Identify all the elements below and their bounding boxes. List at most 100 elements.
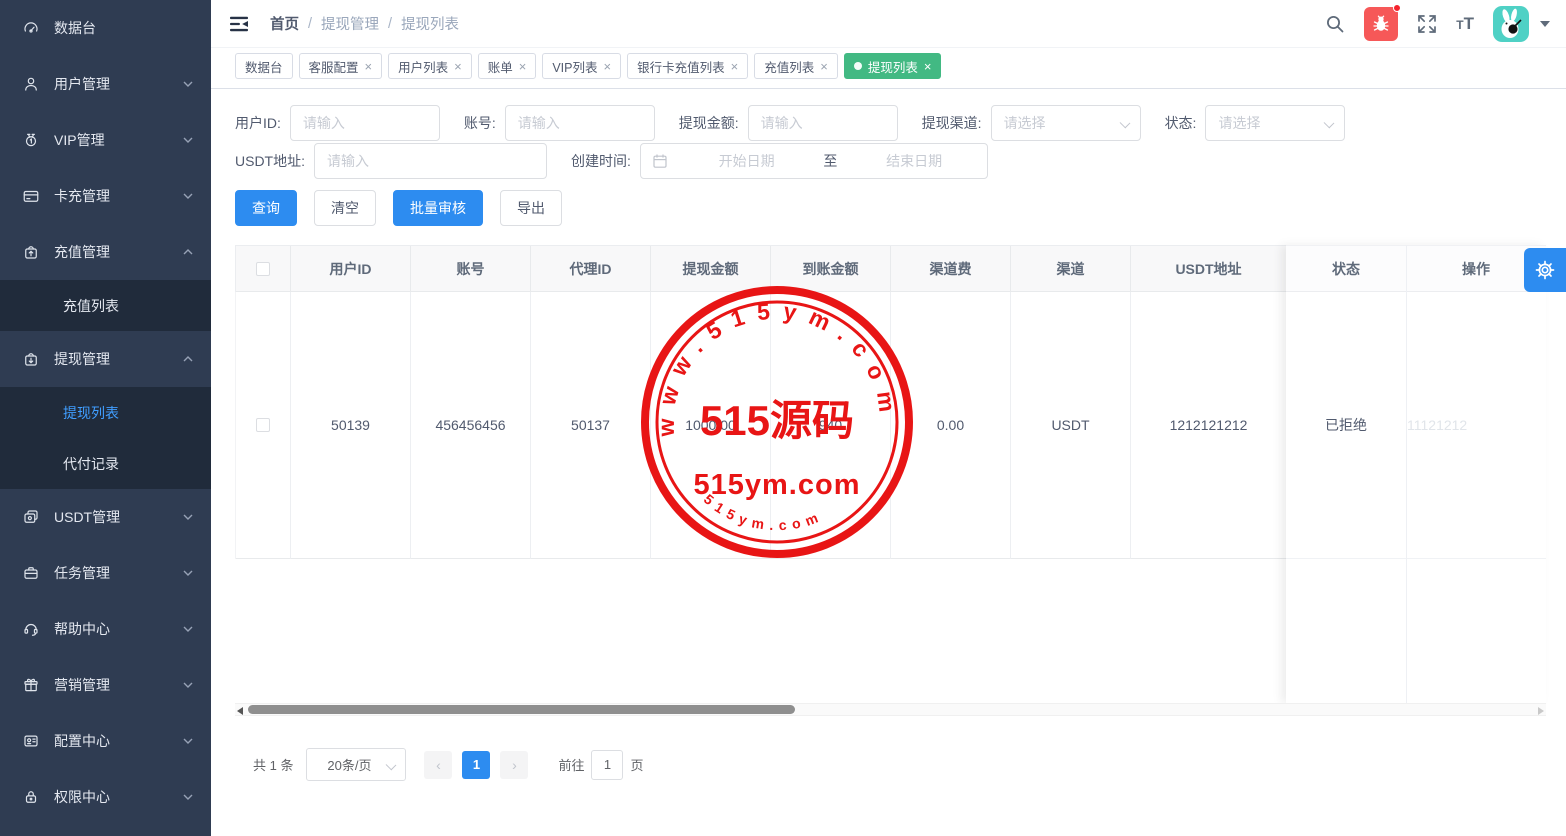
- start-date-placeholder[interactable]: 开始日期: [674, 151, 820, 171]
- status-select[interactable]: 请选择: [1205, 105, 1345, 141]
- cell-usdt: 1212121212: [1131, 292, 1287, 559]
- page-size-value: 20条/页: [327, 755, 371, 774]
- close-icon[interactable]: ×: [365, 60, 373, 73]
- cell-amount: 1000.00: [651, 292, 771, 559]
- column-settings-button[interactable]: [1524, 248, 1566, 292]
- sidebar-item-card-recharge[interactable]: 卡充管理: [0, 168, 211, 224]
- cell-arrival: 940: [771, 292, 891, 559]
- select-all-checkbox[interactable]: [256, 262, 270, 276]
- created-time-label: 创建时间:: [571, 151, 631, 171]
- config-icon: [22, 732, 40, 750]
- total-count: 共 1 条: [253, 755, 293, 774]
- chevron-down-icon: [183, 137, 193, 143]
- chevron-down-icon: [183, 738, 193, 744]
- sidebar-item-label: VIP管理: [54, 130, 105, 150]
- filter-row-2: USDT地址: 创建时间: 开始日期 至 结束日期: [235, 143, 1546, 179]
- page-size-select[interactable]: 20条/页: [306, 748, 406, 781]
- close-icon[interactable]: ×: [820, 60, 828, 73]
- tab-label: 用户列表: [398, 57, 448, 76]
- breadcrumb-home[interactable]: 首页: [270, 13, 299, 34]
- sidebar-subitem-payment-records[interactable]: 代付记录: [0, 438, 211, 489]
- tab-bills[interactable]: 账单×: [478, 53, 537, 79]
- next-page-button[interactable]: ›: [500, 751, 528, 779]
- clear-button[interactable]: 清空: [314, 190, 376, 226]
- user-id-input[interactable]: [290, 105, 440, 141]
- goto-page-input[interactable]: [591, 750, 623, 780]
- sidebar-item-dashboard[interactable]: 数据台: [0, 0, 211, 56]
- tab-bankcard-recharge-list[interactable]: 银行卡充值列表×: [627, 53, 748, 79]
- font-size-icon[interactable]: TT: [1456, 15, 1474, 33]
- page-number-button[interactable]: 1: [462, 751, 490, 779]
- avatar-dropdown-caret[interactable]: [1540, 21, 1550, 27]
- tab-user-list[interactable]: 用户列表 ×: [388, 53, 472, 79]
- avatar[interactable]: [1493, 6, 1529, 42]
- withdraw-amount-input[interactable]: [748, 105, 898, 141]
- close-icon[interactable]: ×: [454, 60, 462, 73]
- fixed-right-columns: 状态 操作 已拒绝 11121212: [1286, 245, 1546, 703]
- tab-vip-list[interactable]: VIP列表×: [542, 53, 621, 79]
- sidebar-item-usdt[interactable]: USDT管理: [0, 489, 211, 545]
- withdraw-channel-select[interactable]: 请选择: [991, 105, 1141, 141]
- sidebar-item-config[interactable]: 配置中心: [0, 713, 211, 769]
- scroll-right-arrow-icon[interactable]: [1538, 707, 1544, 715]
- column-header-channel: 渠道: [1011, 246, 1131, 292]
- row-checkbox[interactable]: [256, 418, 270, 432]
- date-range-picker[interactable]: 开始日期 至 结束日期: [640, 143, 988, 179]
- tag-view-bar: 数据台 客服配置× 用户列表 × 账单× VIP列表× 银行卡充值列表× 充值列表…: [211, 48, 1566, 89]
- chevron-down-icon: [183, 794, 193, 800]
- pagination: 共 1 条 20条/页 ‹ 1 › 前往 页: [235, 748, 1546, 781]
- close-icon[interactable]: ×: [604, 60, 612, 73]
- search-button[interactable]: 查询: [235, 190, 297, 226]
- usdt-address-label: USDT地址:: [235, 151, 305, 171]
- chevron-up-icon: [183, 356, 193, 362]
- sidebar-item-users[interactable]: 用户管理: [0, 56, 211, 112]
- usdt-address-input[interactable]: [314, 143, 547, 179]
- sidebar-item-label: 任务管理: [54, 563, 110, 583]
- menu-fold-icon[interactable]: [228, 15, 250, 33]
- sidebar-item-label: 权限中心: [54, 787, 110, 807]
- scrollbar-thumb[interactable]: [248, 705, 795, 714]
- batch-review-button[interactable]: 批量审核: [393, 190, 483, 226]
- sidebar-item-label: 卡充管理: [54, 186, 110, 206]
- recharge-submenu: 充值列表: [0, 280, 211, 331]
- close-icon[interactable]: ×: [519, 60, 527, 73]
- tab-dashboard[interactable]: 数据台: [235, 53, 293, 79]
- account-input[interactable]: [505, 105, 655, 141]
- sidebar-item-help[interactable]: 帮助中心: [0, 601, 211, 657]
- prev-page-button[interactable]: ‹: [424, 751, 452, 779]
- withdraw-submenu: 提现列表 代付记录: [0, 387, 211, 489]
- goto-label: 前往: [558, 755, 584, 774]
- sidebar-item-vip[interactable]: VIP管理: [0, 112, 211, 168]
- tab-withdraw-list[interactable]: 提现列表×: [844, 53, 942, 79]
- withdraw-bag-icon: [22, 350, 40, 368]
- sidebar-item-permissions[interactable]: 权限中心: [0, 769, 211, 825]
- cell-actions-ghost: 11121212: [1406, 292, 1546, 558]
- sidebar-item-recharge[interactable]: 充值管理: [0, 224, 211, 280]
- scroll-left-arrow-icon[interactable]: [237, 707, 243, 715]
- sidebar-subitem-withdraw-list[interactable]: 提现列表: [0, 387, 211, 438]
- breadcrumb-withdraw-mgmt[interactable]: 提现管理: [321, 13, 379, 34]
- notification-badge-dot: [1393, 4, 1401, 12]
- cell-user-id: 50139: [291, 292, 411, 559]
- close-icon[interactable]: ×: [924, 60, 932, 73]
- tab-service-config[interactable]: 客服配置×: [299, 53, 383, 79]
- cell-status: 已拒绝: [1286, 292, 1406, 558]
- bug-report-button[interactable]: [1364, 7, 1398, 41]
- chevron-down-icon: [183, 570, 193, 576]
- fullscreen-icon[interactable]: [1417, 14, 1437, 34]
- chevron-down-icon: [386, 760, 397, 771]
- sidebar-subitem-recharge-list[interactable]: 充值列表: [0, 280, 211, 331]
- cell-agent-id: 50137: [531, 292, 651, 559]
- export-button[interactable]: 导出: [500, 190, 562, 226]
- chevron-up-icon: [183, 249, 193, 255]
- close-icon[interactable]: ×: [731, 60, 739, 73]
- sidebar-item-marketing[interactable]: 营销管理: [0, 657, 211, 713]
- card-icon: [22, 187, 40, 205]
- sidebar-item-label: 充值管理: [54, 242, 110, 262]
- tab-recharge-list[interactable]: 充值列表×: [754, 53, 838, 79]
- cell-fee: 0.00: [891, 292, 1011, 559]
- sidebar-item-withdraw[interactable]: 提现管理: [0, 331, 211, 387]
- sidebar-item-tasks[interactable]: 任务管理: [0, 545, 211, 601]
- search-icon[interactable]: [1325, 14, 1345, 34]
- end-date-placeholder[interactable]: 结束日期: [841, 151, 987, 171]
